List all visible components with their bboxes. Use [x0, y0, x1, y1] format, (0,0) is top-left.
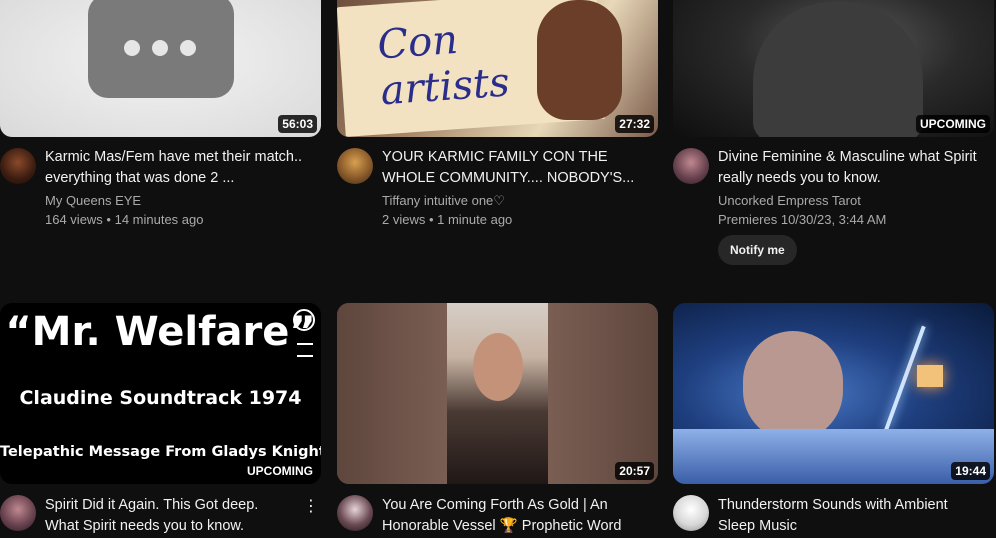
duration-badge: 27:32 [615, 115, 654, 133]
channel-avatar[interactable] [337, 495, 373, 531]
thumbnail-video [447, 303, 548, 484]
thumbnail-subheading: Claudine Soundtrack 1974 [19, 387, 302, 409]
duration-badge: 56:03 [278, 115, 317, 133]
watch-later-icon[interactable] [293, 309, 315, 331]
channel-name[interactable]: My Queens EYE [45, 191, 141, 210]
channel-avatar[interactable] [0, 495, 36, 531]
channel-avatar[interactable] [673, 495, 709, 531]
thumbnail-text: Con [375, 16, 460, 69]
duration-badge: 20:57 [615, 462, 654, 480]
video-stats: 164 views • 14 minutes ago [45, 212, 204, 227]
upcoming-badge: UPCOMING [916, 115, 990, 133]
thumbnail-text: artists [379, 59, 512, 115]
bed-graphic [673, 429, 994, 484]
video-title[interactable]: Spirit Did it Again. This Got deep. What… [45, 495, 295, 537]
channel-avatar[interactable] [337, 148, 373, 184]
video-card[interactable]: UPCOMING Divine Feminine & Masculine wha… [673, 0, 994, 290]
channel-name[interactable]: Uncorked Empress Tarot [718, 191, 861, 210]
add-to-queue-icon[interactable] [297, 343, 313, 357]
person-figure [743, 331, 843, 441]
video-thumbnail[interactable]: 19:44 [673, 303, 994, 484]
person-face [473, 333, 523, 401]
video-card[interactable]: Con artists 27:32 YOUR KARMIC FAMILY CON… [337, 0, 658, 290]
channel-avatar[interactable] [0, 148, 36, 184]
upcoming-badge: UPCOMING [243, 462, 317, 480]
video-card[interactable]: “Mr. Welfare” Claudine Soundtrack 1974 T… [0, 303, 321, 538]
video-thumbnail[interactable]: 20:57 [337, 303, 658, 484]
notify-me-button[interactable]: Notify me [718, 235, 797, 265]
video-card[interactable]: 56:03 Karmic Mas/Fem have met their matc… [0, 0, 321, 290]
video-card[interactable]: 19:44 Thunderstorm Sounds with Ambient S… [673, 303, 994, 538]
channel-name[interactable]: Tiffany intuitive one♡ [382, 191, 505, 210]
video-title[interactable]: Thunderstorm Sounds with Ambient Sleep M… [718, 495, 988, 537]
video-thumbnail[interactable]: 56:03 [0, 0, 321, 137]
person-silhouette [753, 2, 923, 137]
hand-graphic [537, 0, 622, 120]
video-title[interactable]: YOUR KARMIC FAMILY CON THE WHOLE COMMUNI… [382, 147, 652, 189]
thumbnail-caption: Telepathic Message From Gladys Knight [0, 444, 321, 460]
video-title[interactable]: You Are Coming Forth As Gold | An Honora… [382, 495, 652, 537]
video-card[interactable]: 20:57 You Are Coming Forth As Gold | An … [337, 303, 658, 538]
thumbnail-blur-left [337, 303, 447, 484]
thumbnail-heading: “Mr. Welfare” [5, 309, 316, 355]
channel-avatar[interactable] [673, 148, 709, 184]
video-thumbnail[interactable]: “Mr. Welfare” Claudine Soundtrack 1974 T… [0, 303, 321, 484]
duration-badge: 19:44 [951, 462, 990, 480]
video-stats: 2 views • 1 minute ago [382, 212, 513, 227]
dots-icon [122, 40, 212, 58]
more-options-icon[interactable]: ⋮ [303, 499, 319, 515]
premiere-info: Premieres 10/30/23, 3:44 AM [718, 212, 887, 227]
video-thumbnail[interactable]: UPCOMING [673, 0, 994, 137]
video-title[interactable]: Karmic Mas/Fem have met their match.. ev… [45, 147, 315, 189]
window-light [917, 365, 943, 387]
thumbnail-blur-right [548, 303, 658, 484]
video-thumbnail[interactable]: Con artists 27:32 [337, 0, 658, 137]
video-title[interactable]: Divine Feminine & Masculine what Spirit … [718, 147, 988, 189]
